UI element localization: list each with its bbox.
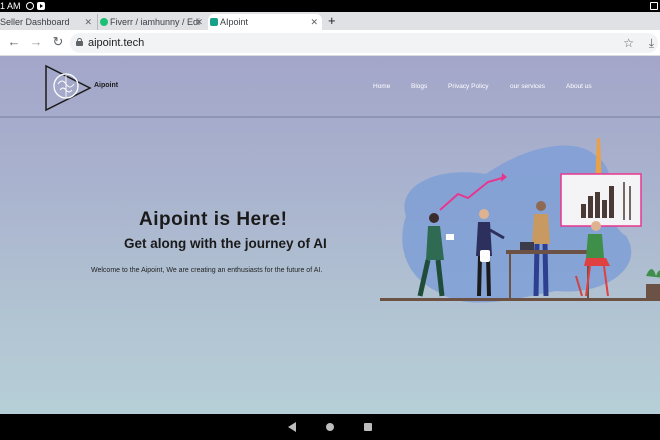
download-icon[interactable]: ⤓	[649, 33, 654, 53]
youtube-icon	[37, 2, 45, 10]
android-nav-bar	[0, 414, 660, 440]
close-icon[interactable]: ✕	[84, 14, 92, 30]
team-illustration	[380, 138, 660, 303]
forward-arrow-icon[interactable]: →	[28, 34, 44, 50]
nav-blogs[interactable]: Blogs	[411, 83, 427, 90]
whatsapp-icon	[26, 2, 34, 10]
hero-description: Welcome to the Aipoint, We are creating …	[91, 267, 323, 274]
tab-label: Fiverr / iamhunny / Edi	[110, 17, 201, 27]
aipoint-favicon-icon	[210, 18, 218, 26]
home-circle-icon[interactable]	[326, 423, 334, 431]
lock-icon	[76, 38, 83, 46]
hero-title: Aipoint is Here!	[139, 209, 288, 230]
close-icon[interactable]: ✕	[310, 14, 318, 30]
tab-label: Seller Dashboard	[0, 17, 70, 27]
back-arrow-icon[interactable]: ←	[6, 34, 22, 50]
recents-square-icon[interactable]	[364, 423, 372, 431]
desk	[506, 250, 592, 254]
nav-our-services[interactable]: our services	[510, 83, 545, 90]
floor-line	[380, 298, 660, 301]
site-header: Aipoint Home Blogs Privacy Policy our se…	[0, 56, 660, 118]
status-bar: 1 AM	[0, 0, 660, 12]
tab-seller-dashboard[interactable]: Seller Dashboard ✕	[0, 14, 96, 30]
nav-home[interactable]: Home	[373, 83, 390, 90]
fiverr-favicon-icon	[100, 18, 108, 26]
hero-subtitle: Get along with the journey of AI	[124, 236, 327, 251]
logo-text[interactable]: Aipoint	[94, 82, 118, 89]
browser-toolbar: ← → ↻ aipoint.tech ☆ ⤓	[0, 30, 660, 56]
tab-label: AIpoint	[220, 17, 249, 27]
close-icon[interactable]: ✕	[195, 14, 203, 30]
web-page: Aipoint Home Blogs Privacy Policy our se…	[0, 56, 660, 414]
url-text[interactable]: aipoint.tech	[88, 33, 144, 53]
tablet-icon	[650, 2, 658, 10]
address-bar[interactable]: aipoint.tech ☆ ⤓	[70, 33, 658, 53]
star-icon[interactable]: ☆	[623, 33, 634, 53]
tab-fiverr[interactable]: Fiverr / iamhunny / Edi ✕	[97, 14, 207, 30]
tab-aipoint[interactable]: AIpoint ✕	[208, 14, 322, 30]
back-triangle-icon[interactable]	[288, 422, 296, 432]
chart-board	[560, 173, 642, 227]
nav-about-us[interactable]: About us	[566, 83, 592, 90]
new-tab-plus-icon[interactable]: +	[328, 13, 336, 29]
status-time: 1 AM	[0, 1, 21, 11]
reload-icon[interactable]: ↻	[50, 34, 66, 50]
nav-privacy-policy[interactable]: Privacy Policy	[448, 83, 488, 90]
screen: 1 AM Seller Dashboard ✕ Fiverr / iamhunn…	[0, 0, 660, 440]
